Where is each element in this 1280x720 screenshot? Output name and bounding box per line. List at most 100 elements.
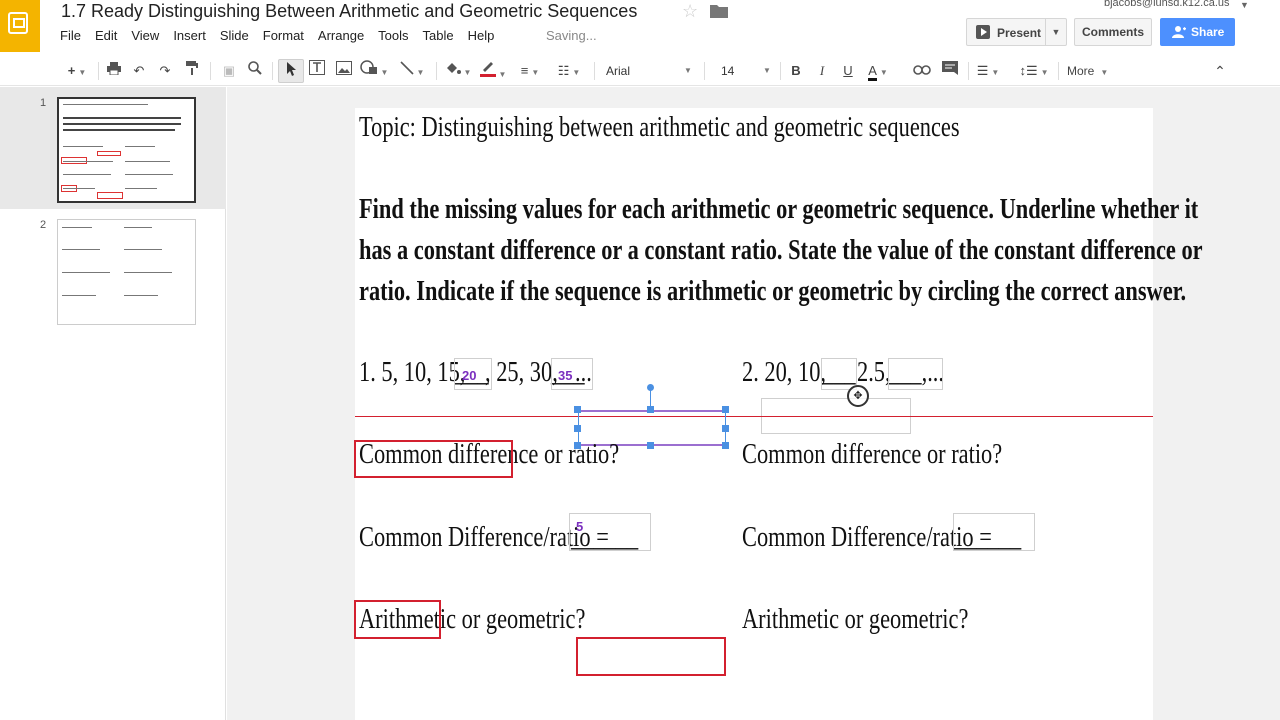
- new-slide-button[interactable]: + ▼: [60, 59, 94, 83]
- q1-answer-1: 20: [462, 368, 477, 383]
- q1-circle-common-difference[interactable]: [354, 440, 513, 478]
- present-options-button[interactable]: ▼: [1045, 18, 1067, 46]
- q1-diff-value: 5: [576, 519, 584, 534]
- menu-table[interactable]: Table: [423, 28, 463, 43]
- document-title[interactable]: 1.7 Ready Distinguishing Between Arithme…: [61, 1, 637, 22]
- line-spacing-icon[interactable]: ↕☰ ▼: [1016, 59, 1052, 83]
- q1-answer-box-1[interactable]: 20: [454, 358, 492, 390]
- menu-tools[interactable]: Tools: [378, 28, 417, 43]
- menu-edit[interactable]: Edit: [95, 28, 126, 43]
- shape-icon[interactable]: ▼: [358, 59, 390, 83]
- q1-sequence-prefix: 1. 5, 10, 15,: [359, 357, 466, 388]
- zoom-icon[interactable]: [244, 59, 266, 83]
- instruction-line-1[interactable]: Find the missing values for each arithme…: [359, 194, 1198, 226]
- menu-bar: File Edit View Insert Slide Format Arran…: [60, 28, 508, 43]
- resize-handle-e[interactable]: [722, 425, 729, 432]
- toolbar-divider: [1058, 62, 1059, 80]
- slide-thumbnail[interactable]: [57, 219, 196, 325]
- border-color-icon[interactable]: ▼: [478, 59, 508, 83]
- q1-answer-box-2[interactable]: 35: [551, 358, 593, 390]
- rotate-handle[interactable]: [647, 384, 654, 391]
- toolbar-divider: [98, 62, 99, 80]
- print-icon[interactable]: [104, 59, 124, 83]
- slide-thumbnail[interactable]: [57, 97, 196, 203]
- menu-insert[interactable]: Insert: [173, 28, 215, 43]
- menu-slide[interactable]: Slide: [220, 28, 258, 43]
- q2-arith-or-geo: Arithmetic or geometric?: [742, 604, 969, 635]
- q1-diff-value-box[interactable]: 5: [569, 513, 651, 551]
- q2-sequence: 2. 20, 10,: [742, 357, 826, 388]
- menu-arrange[interactable]: Arrange: [318, 28, 373, 43]
- text-color-button[interactable]: A ▼: [862, 59, 894, 83]
- toolbar: + ▼ ↶ ↷ ▣ ▼ ▼ ▼ ▼ ≡ ▼ ☷ ▼ Arial ▼ 14 ▼ B…: [0, 56, 1280, 86]
- align-icon[interactable]: ☰ ▼: [972, 59, 1004, 83]
- slide-number: 1: [40, 97, 47, 109]
- star-icon[interactable]: ☆: [682, 1, 698, 22]
- q2-answer-box-2[interactable]: [888, 358, 943, 390]
- resize-handle-se[interactable]: [722, 442, 729, 449]
- more-label: More: [1067, 64, 1095, 78]
- filmstrip-slide-1[interactable]: 1: [0, 87, 226, 209]
- image-icon[interactable]: [333, 59, 355, 83]
- text-box-icon[interactable]: [306, 59, 328, 83]
- resize-handle-n[interactable]: [647, 406, 654, 413]
- play-icon: [976, 25, 990, 39]
- italic-button[interactable]: I: [812, 59, 832, 83]
- divider-line[interactable]: [355, 416, 1153, 417]
- border-weight-icon[interactable]: ≡ ▼: [516, 59, 544, 83]
- redo-icon[interactable]: ↷: [155, 59, 175, 83]
- present-button[interactable]: Present: [966, 18, 1046, 46]
- instruction-line-2[interactable]: has a constant difference or a constant …: [359, 235, 1203, 267]
- font-family-select[interactable]: Arial ▼: [606, 59, 696, 83]
- menu-format[interactable]: Format: [263, 28, 313, 43]
- slide-page[interactable]: Topic: Distinguishing between arithmetic…: [354, 108, 1203, 720]
- q2-diff-value-box[interactable]: [953, 513, 1035, 551]
- line-icon[interactable]: ▼: [396, 59, 428, 83]
- fill-color-icon[interactable]: ▼: [444, 59, 472, 83]
- folder-icon[interactable]: [710, 4, 728, 18]
- slide-number: 2: [40, 219, 47, 231]
- menu-view[interactable]: View: [131, 28, 168, 43]
- q2-sequence-mid: 2.5,: [857, 357, 891, 388]
- toolbar-divider: [436, 62, 437, 80]
- share-button[interactable]: Share: [1160, 18, 1235, 46]
- collapse-toolbar-icon[interactable]: ⌃: [1210, 59, 1230, 83]
- comments-button[interactable]: Comments: [1074, 18, 1152, 46]
- link-icon[interactable]: [910, 59, 934, 83]
- q1-circle-arithmetic[interactable]: [354, 600, 441, 639]
- q2-answer-box-1[interactable]: [821, 358, 857, 390]
- font-size-select[interactable]: 14 ▼: [721, 59, 771, 83]
- red-rectangle-shape[interactable]: [576, 637, 726, 676]
- chevron-down-icon[interactable]: ▼: [1240, 0, 1249, 10]
- resize-handle-w[interactable]: [574, 425, 581, 432]
- toolbar-divider: [704, 62, 705, 80]
- resize-handle-s[interactable]: [647, 442, 654, 449]
- toolbar-divider: [594, 62, 595, 80]
- slides-logo[interactable]: [0, 0, 40, 52]
- instruction-line-3[interactable]: ratio. Indicate if the sequence is arith…: [359, 276, 1186, 308]
- menu-file[interactable]: File: [60, 28, 90, 43]
- resize-handle-ne[interactable]: [722, 406, 729, 413]
- select-cursor-icon[interactable]: [278, 59, 304, 83]
- undo-icon[interactable]: ↶: [129, 59, 149, 83]
- fit-icon[interactable]: ▣: [218, 59, 240, 83]
- more-button[interactable]: More ▼: [1067, 59, 1108, 83]
- toolbar-divider: [210, 62, 211, 80]
- border-dash-icon[interactable]: ☷ ▼: [552, 59, 586, 83]
- underline-button[interactable]: U: [838, 59, 858, 83]
- person-icon: [1172, 26, 1186, 38]
- font-family-value: Arial: [606, 64, 631, 78]
- paint-format-icon[interactable]: [182, 59, 202, 83]
- menu-help[interactable]: Help: [468, 28, 504, 43]
- slides-app: 1.7 Ready Distinguishing Between Arithme…: [0, 0, 1280, 720]
- share-label: Share: [1191, 25, 1225, 39]
- filmstrip-slide-2[interactable]: 2: [0, 209, 226, 331]
- bold-button[interactable]: B: [786, 59, 806, 83]
- toolbar-divider: [780, 62, 781, 80]
- font-size-value: 14: [721, 64, 735, 78]
- slide-topic[interactable]: Topic: Distinguishing between arithmetic…: [359, 112, 960, 144]
- present-label: Present: [997, 26, 1042, 40]
- comment-icon[interactable]: [938, 59, 962, 83]
- account-email[interactable]: bjacobs@luhsd.k12.ca.us: [1104, 0, 1230, 9]
- resize-handle-nw[interactable]: [574, 406, 581, 413]
